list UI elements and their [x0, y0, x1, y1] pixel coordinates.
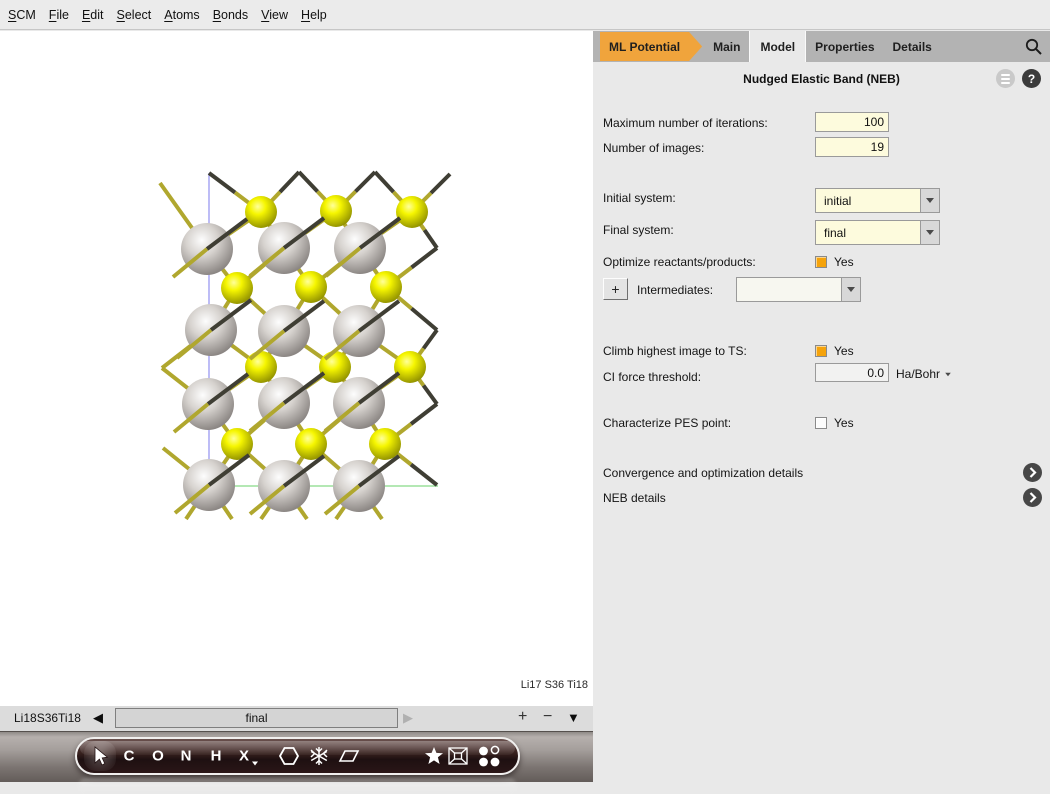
intermediates-select[interactable] [736, 277, 861, 302]
climb-label: Climb highest image to TS: [603, 344, 747, 358]
characterize-checkbox[interactable] [815, 417, 827, 429]
atom-yellow[interactable] [394, 351, 426, 383]
atom-yellow[interactable] [370, 271, 402, 303]
convergence-details-chevron-icon[interactable] [1023, 463, 1042, 482]
remove-frame-icon[interactable]: − [543, 708, 552, 726]
max-iterations-label: Maximum number of iterations: [603, 116, 768, 130]
unit-label: Ha/Bohr [896, 367, 940, 381]
final-system-dropdown-icon[interactable] [920, 221, 939, 244]
neb-details-link[interactable]: NEB details [603, 491, 666, 505]
climb-checkbox[interactable] [815, 345, 827, 357]
ci-force-label: CI force threshold: [603, 370, 701, 384]
menu-file[interactable]: File [49, 8, 79, 22]
system-name-label: Li18S36Ti18 [14, 711, 81, 725]
atom-yellow[interactable] [369, 428, 401, 460]
tab-label: ML Potential [609, 40, 680, 54]
characterize-yes-label: Yes [834, 416, 854, 430]
final-system-label: Final system: [603, 223, 674, 237]
menu-bar: SCMFileEditSelectAtoms BondsViewHelp [0, 0, 1050, 30]
pill-reflection [78, 778, 517, 794]
tab-details[interactable]: Details [884, 31, 941, 62]
unit-selector[interactable]: Ha/Bohr [896, 367, 952, 381]
tab-label: Model [760, 40, 795, 54]
atom-yellow[interactable] [295, 271, 327, 303]
previous-frame-icon[interactable]: ◀ [93, 710, 103, 726]
frame-menu-icon[interactable]: ▼ [567, 710, 580, 725]
tool-pill: CON HX [75, 737, 520, 775]
tab-properties[interactable]: Properties [806, 31, 883, 62]
atom-yellow[interactable] [396, 196, 428, 228]
menu-edit[interactable]: Edit [82, 8, 114, 22]
initial-system-value: initial [816, 189, 920, 212]
ci-force-input[interactable] [815, 363, 889, 382]
intermediates-value [737, 278, 841, 301]
initial-system-label: Initial system: [603, 191, 676, 205]
optimize-reactants-label: Optimize reactants/products: [603, 255, 756, 269]
structure-canvas[interactable] [0, 31, 593, 706]
menu-view[interactable]: View [261, 8, 298, 22]
num-images-label: Number of images: [603, 141, 704, 155]
final-system-select[interactable]: final [815, 220, 940, 245]
menu-atoms[interactable]: Atoms [164, 8, 209, 22]
atom-yellow[interactable] [319, 351, 351, 383]
convergence-details-link[interactable]: Convergence and optimization details [603, 466, 803, 480]
frame-name-label: final [245, 711, 267, 725]
tab-label: Main [713, 40, 740, 54]
crystal-tool-icon[interactable] [308, 745, 330, 767]
element-o-button[interactable]: O [152, 748, 164, 765]
add-intermediate-button[interactable]: + [603, 278, 628, 300]
tab-label: Details [893, 40, 932, 54]
plane-tool-icon[interactable] [337, 747, 361, 765]
neb-details-chevron-icon[interactable] [1023, 488, 1042, 507]
element-c-button[interactable]: C [124, 748, 135, 765]
tab-main[interactable]: Main [704, 31, 749, 62]
fragments-tool-icon[interactable] [477, 744, 501, 768]
star-tool-icon[interactable] [423, 745, 445, 767]
frame-status-bar: Li18S36Ti18 ◀ final ▶ + − ▼ [0, 706, 593, 731]
tab-label: Properties [815, 40, 874, 54]
bottom-toolbar: CON HX [0, 731, 593, 782]
cell-tool-icon[interactable] [447, 746, 469, 766]
select-tool[interactable] [84, 741, 116, 771]
tab-ml-potential[interactable]: ML Potential [600, 32, 702, 61]
menu-scm[interactable]: SCM [8, 8, 46, 22]
climb-yes-label: Yes [834, 344, 854, 358]
search-icon[interactable] [1024, 37, 1044, 57]
initial-system-dropdown-icon[interactable] [920, 189, 939, 212]
structure-viewer[interactable]: Li17 S36 Ti18 [0, 31, 593, 706]
optimize-reactants-yes-label: Yes [834, 255, 854, 269]
menu-help[interactable]: Help [301, 8, 337, 22]
unit-dropdown-caret [945, 372, 951, 376]
settings-panel: ML Potential Main Model Properties Details N… [593, 31, 1050, 782]
frame-slider[interactable]: final [115, 708, 398, 728]
page-title: Nudged Elastic Band (NEB) [593, 72, 1050, 86]
characterize-label: Characterize PES point: [603, 416, 731, 430]
help-icon[interactable]: ? [1022, 69, 1041, 88]
atom-yellow[interactable] [245, 351, 277, 383]
initial-system-select[interactable]: initial [815, 188, 940, 213]
atom-yellow[interactable] [221, 272, 253, 304]
panel-menu-icon[interactable] [996, 69, 1015, 88]
ring-tool-icon[interactable] [277, 745, 301, 767]
tab-model[interactable]: Model [749, 31, 806, 62]
neb-form: Nudged Elastic Band (NEB) ? Maximum numb… [593, 62, 1050, 782]
x-element-dropdown-caret [252, 762, 258, 766]
intermediates-label: Intermediates: [637, 283, 713, 297]
element-x-button[interactable]: X [239, 748, 249, 765]
element-n-button[interactable]: N [181, 748, 192, 765]
next-frame-icon[interactable]: ▶ [403, 710, 413, 726]
menu-bonds[interactable]: Bonds [213, 8, 258, 22]
final-system-value: final [816, 221, 920, 244]
optimize-reactants-checkbox[interactable] [815, 256, 827, 268]
intermediates-dropdown-icon[interactable] [841, 278, 860, 301]
max-iterations-input[interactable] [815, 112, 889, 132]
num-images-input[interactable] [815, 137, 889, 157]
formula-label: Li17 S36 Ti18 [521, 679, 588, 691]
element-h-button[interactable]: H [211, 748, 222, 765]
tab-strip: ML Potential Main Model Properties Details [593, 31, 1050, 62]
atom-yellow[interactable] [320, 195, 352, 227]
menu-select[interactable]: Select [117, 8, 162, 22]
atom-yellow[interactable] [245, 196, 277, 228]
add-frame-icon[interactable]: + [518, 708, 527, 726]
